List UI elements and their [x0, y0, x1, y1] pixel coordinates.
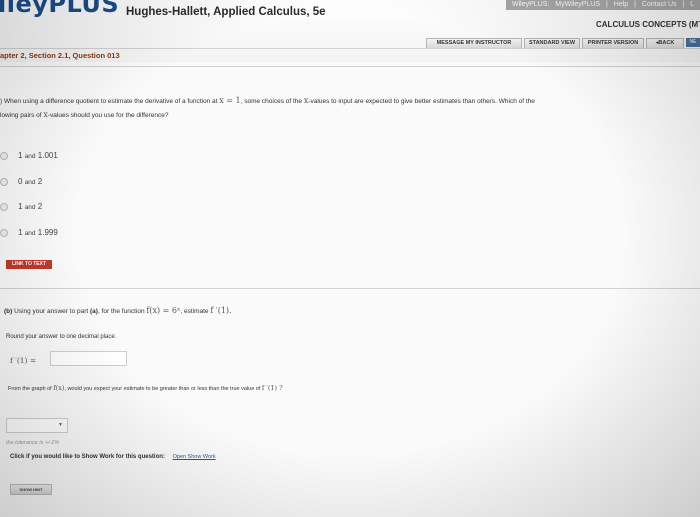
wileyplus-label: WileyPLUS:: [512, 1, 550, 8]
section-title: apter 2, Section 2.1, Question 013: [0, 51, 120, 60]
question-text-part: lowing pairs of: [0, 112, 42, 119]
header-divider: [0, 48, 700, 49]
rounding-instruction: Round your answer to one decimal place.: [6, 334, 117, 340]
part-divider: [0, 288, 700, 289]
fprime-answer-input[interactable]: [50, 351, 127, 366]
choice-value: 1.999: [37, 228, 58, 237]
question-text-part: , for the function: [97, 308, 145, 315]
greater-less-dropdown[interactable]: ▼: [6, 418, 68, 433]
question-text-part: ) When using a difference quotient to es…: [0, 98, 218, 105]
open-show-work-link[interactable]: Open Show Work: [173, 454, 216, 460]
part-b-question: (b) Using your answer to part (a), for t…: [4, 306, 232, 315]
choice-2[interactable]: 0 and 2: [0, 177, 42, 186]
math-fx: f(x): [53, 384, 65, 392]
choice-and: and: [24, 153, 36, 160]
math-x-equals-1: x = 1: [219, 96, 241, 105]
radio-button[interactable]: [0, 177, 8, 186]
wileyplus-logo: lleyPLUS: [0, 0, 120, 18]
choice-value: 1.001: [37, 151, 58, 160]
help-link[interactable]: Help: [614, 1, 628, 8]
choice-4[interactable]: 1 and 1.999: [0, 228, 58, 237]
fprime-label: f ′(1) =: [10, 356, 37, 365]
choice-and: and: [24, 179, 36, 186]
choice-value: 1: [18, 151, 23, 160]
radio-button[interactable]: [0, 202, 8, 211]
separator: |: [682, 1, 685, 8]
math-function: f(x) = 6ˣ: [146, 306, 181, 315]
question-text-part: -values to input are expected to give be…: [308, 98, 535, 105]
choice-3[interactable]: 1 and 2: [0, 202, 42, 211]
radio-button[interactable]: [0, 228, 8, 237]
book-title: Hughes-Hallett, Applied Calculus, 5e: [126, 6, 326, 18]
choice-value: 2: [37, 202, 43, 211]
choice-and: and: [24, 204, 36, 211]
choice-value: 0: [18, 177, 23, 186]
chevron-down-icon: ▼: [58, 422, 63, 428]
choice-value: 2: [37, 177, 43, 186]
course-name: CALCULUS CONCEPTS (MTH: [596, 20, 700, 29]
show-work-row: Click if you would like to Show Work for…: [10, 454, 216, 460]
radio-button[interactable]: [0, 151, 8, 160]
question-text-part: From the graph of: [8, 386, 52, 392]
math-fprime: f ′(1).: [210, 306, 232, 315]
contact-us-link[interactable]: Contact Us: [642, 1, 677, 8]
graph-question: From the graph of f(x), would you expect…: [8, 384, 283, 392]
choice-1[interactable]: 1 and 1.001: [0, 151, 58, 160]
part-ref: (a): [90, 308, 98, 315]
section-divider: [0, 66, 700, 67]
question-text-part: Using your answer to part: [14, 308, 89, 315]
photo-vignette: [0, 0, 700, 517]
part-label: (b): [4, 308, 13, 315]
question-text-part: , would you expect your estimate to be g…: [64, 386, 261, 392]
question-text: ) When using a difference quotient to es…: [0, 94, 692, 122]
separator: |: [634, 1, 636, 8]
question-text-part: -values should you use for the differenc…: [47, 112, 169, 119]
show-hint-button[interactable]: SHOW HINT: [10, 484, 52, 495]
question-text-part: , estimate: [180, 308, 209, 315]
next-button[interactable]: NE: [686, 38, 700, 47]
math-fprime: f ′(1) ?: [261, 384, 283, 392]
logout-link[interactable]: L: [690, 1, 694, 8]
show-work-label: Click if you would like to Show Work for…: [10, 454, 165, 460]
wileyplus-toolbar: WileyPLUS: MyWileyPLUS | Help | Contact …: [506, 0, 700, 10]
link-to-text-button[interactable]: LINK TO TEXT: [6, 260, 52, 269]
tolerance-note: the tolerance is +/-2%: [6, 440, 60, 446]
choice-and: and: [24, 230, 36, 237]
question-text-part: , some choices of the: [240, 98, 303, 105]
choice-value: 1: [18, 202, 23, 211]
mywileyplus-link[interactable]: MyWileyPLUS: [555, 1, 600, 8]
separator: |: [605, 1, 608, 8]
choice-value: 1: [18, 228, 23, 237]
